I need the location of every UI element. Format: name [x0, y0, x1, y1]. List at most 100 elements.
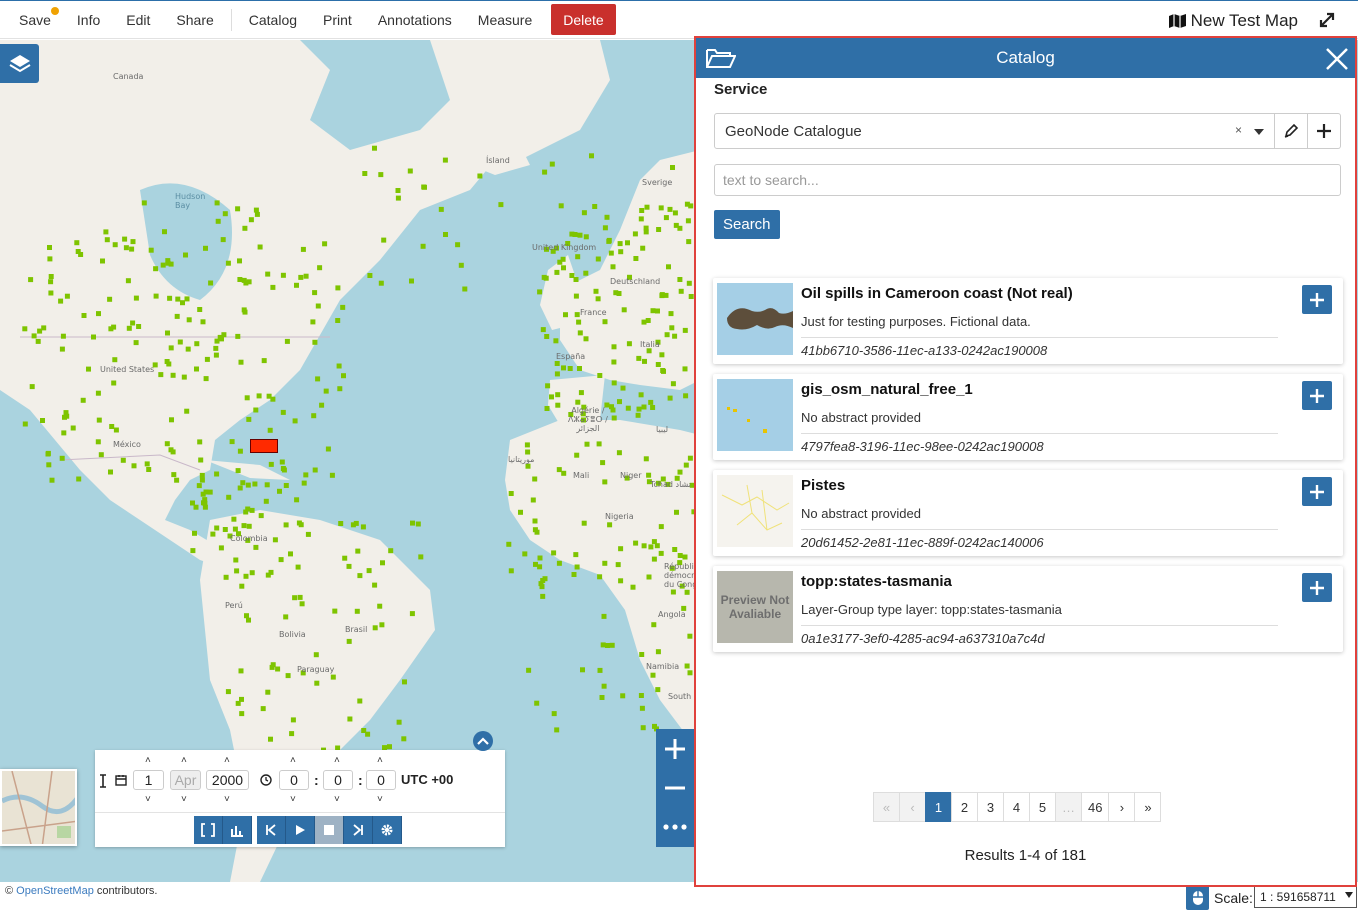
add-layer-button[interactable]	[1302, 381, 1332, 410]
map-point-feature[interactable]	[663, 215, 669, 221]
map-point-feature[interactable]	[186, 317, 192, 323]
map-point-feature[interactable]	[580, 667, 585, 673]
map-point-feature[interactable]	[599, 695, 605, 700]
map-point-feature[interactable]	[602, 479, 608, 485]
map-point-feature[interactable]	[609, 404, 614, 410]
map-point-feature[interactable]	[237, 258, 242, 264]
map-point-feature[interactable]	[268, 569, 274, 575]
map-point-feature[interactable]	[265, 689, 271, 695]
edit-menu-item[interactable]: Edit	[113, 1, 163, 38]
map-point-feature[interactable]	[63, 410, 69, 416]
map-point-feature[interactable]	[388, 548, 394, 554]
map-point-feature[interactable]	[672, 547, 678, 552]
map-point-feature[interactable]	[633, 540, 639, 546]
map-point-feature[interactable]	[266, 393, 272, 399]
map-point-feature[interactable]	[111, 380, 117, 386]
map-point-feature[interactable]	[642, 358, 647, 364]
map-point-feature[interactable]	[577, 232, 583, 238]
map-point-feature[interactable]	[313, 652, 319, 658]
map-point-feature[interactable]	[532, 518, 538, 524]
map-point-feature[interactable]	[340, 304, 346, 310]
map-point-feature[interactable]	[372, 582, 378, 588]
map-point-feature[interactable]	[245, 482, 251, 488]
map-point-feature[interactable]	[325, 446, 331, 452]
map-point-feature[interactable]	[264, 482, 270, 488]
map-point-feature[interactable]	[654, 543, 660, 549]
map-point-feature[interactable]	[636, 406, 642, 412]
map-point-feature[interactable]	[280, 272, 286, 278]
map-point-feature[interactable]	[203, 376, 209, 382]
map-point-feature[interactable]	[35, 338, 41, 344]
map-point-feature[interactable]	[525, 463, 531, 469]
zoom-in-button[interactable]	[656, 729, 694, 768]
map-point-feature[interactable]	[96, 311, 101, 317]
map-point-feature[interactable]	[555, 402, 561, 408]
map-point-feature[interactable]	[537, 555, 543, 561]
map-point-feature[interactable]	[214, 471, 220, 477]
map-point-feature[interactable]	[160, 262, 166, 268]
map-point-feature[interactable]	[192, 530, 197, 536]
map-point-feature[interactable]	[682, 366, 688, 372]
zoom-out-button[interactable]	[656, 768, 694, 807]
timeline-settings-button[interactable]	[373, 816, 402, 844]
map-point-feature[interactable]	[319, 402, 325, 408]
map-point-feature[interactable]	[659, 293, 665, 299]
map-point-feature[interactable]	[651, 556, 657, 562]
map-point-feature[interactable]	[539, 584, 545, 590]
fullscreen-icon[interactable]	[1318, 11, 1336, 29]
play-button[interactable]	[286, 816, 315, 844]
map-point-feature[interactable]	[243, 509, 249, 515]
map-point-feature[interactable]	[611, 359, 617, 365]
chart-toggle-button[interactable]	[223, 816, 252, 844]
map-point-feature[interactable]	[577, 366, 582, 371]
map-point-feature[interactable]	[238, 359, 244, 365]
minute-increment[interactable]: ˄	[334, 755, 340, 766]
day-increment[interactable]: ˄	[145, 755, 151, 766]
record-item[interactable]: Preview Not Avaliable topp:states-tasman…	[713, 566, 1343, 652]
map-point-feature[interactable]	[626, 341, 632, 347]
map-point-feature[interactable]	[190, 548, 196, 554]
map-point-feature[interactable]	[387, 744, 392, 750]
next-page-button[interactable]: ›	[1108, 792, 1136, 822]
map-point-feature[interactable]	[248, 217, 254, 223]
map-point-feature[interactable]	[395, 188, 401, 193]
map-point-feature[interactable]	[641, 319, 647, 325]
map-point-feature[interactable]	[283, 483, 289, 488]
map-point-feature[interactable]	[181, 374, 187, 380]
map-point-feature[interactable]	[208, 280, 214, 286]
map-point-feature[interactable]	[144, 461, 150, 467]
map-point-feature[interactable]	[661, 368, 666, 374]
search-input[interactable]	[714, 164, 1341, 196]
map-point-feature[interactable]	[401, 736, 407, 742]
map-point-feature[interactable]	[381, 237, 387, 243]
map-point-feature[interactable]	[37, 328, 43, 334]
map-point-feature[interactable]	[305, 531, 311, 537]
map-point-feature[interactable]	[280, 409, 286, 415]
map-point-feature[interactable]	[462, 286, 468, 292]
map-point-feature[interactable]	[613, 290, 619, 296]
map-point-feature[interactable]	[518, 509, 523, 515]
openstreetmap-link[interactable]: OpenStreetMap	[16, 885, 94, 897]
map-point-feature[interactable]	[407, 168, 413, 174]
map-point-feature[interactable]	[678, 288, 684, 294]
map-point-feature[interactable]	[655, 308, 660, 314]
map-point-feature[interactable]	[573, 552, 579, 558]
map-point-feature[interactable]	[655, 687, 661, 693]
map-point-feature[interactable]	[597, 667, 603, 673]
map-point-feature[interactable]	[575, 399, 581, 405]
more-tools-button[interactable]	[656, 807, 694, 846]
map-point-feature[interactable]	[183, 252, 188, 258]
map-point-feature[interactable]	[249, 570, 255, 576]
minute-field[interactable]: 0	[323, 770, 353, 790]
map-point-feature[interactable]	[549, 394, 554, 400]
map-point-feature[interactable]	[402, 679, 407, 685]
record-item[interactable]: gis_osm_natural_free_1 No abstract provi…	[713, 374, 1343, 460]
map-point-feature[interactable]	[685, 218, 691, 224]
map-point-feature[interactable]	[421, 184, 427, 190]
map-point-feature[interactable]	[635, 412, 641, 418]
hour-increment[interactable]: ˄	[290, 755, 296, 766]
second-decrement[interactable]: ˅	[377, 794, 383, 805]
map-point-feature[interactable]	[168, 447, 174, 453]
map-point-feature[interactable]	[357, 698, 363, 704]
map-point-feature[interactable]	[534, 529, 540, 535]
